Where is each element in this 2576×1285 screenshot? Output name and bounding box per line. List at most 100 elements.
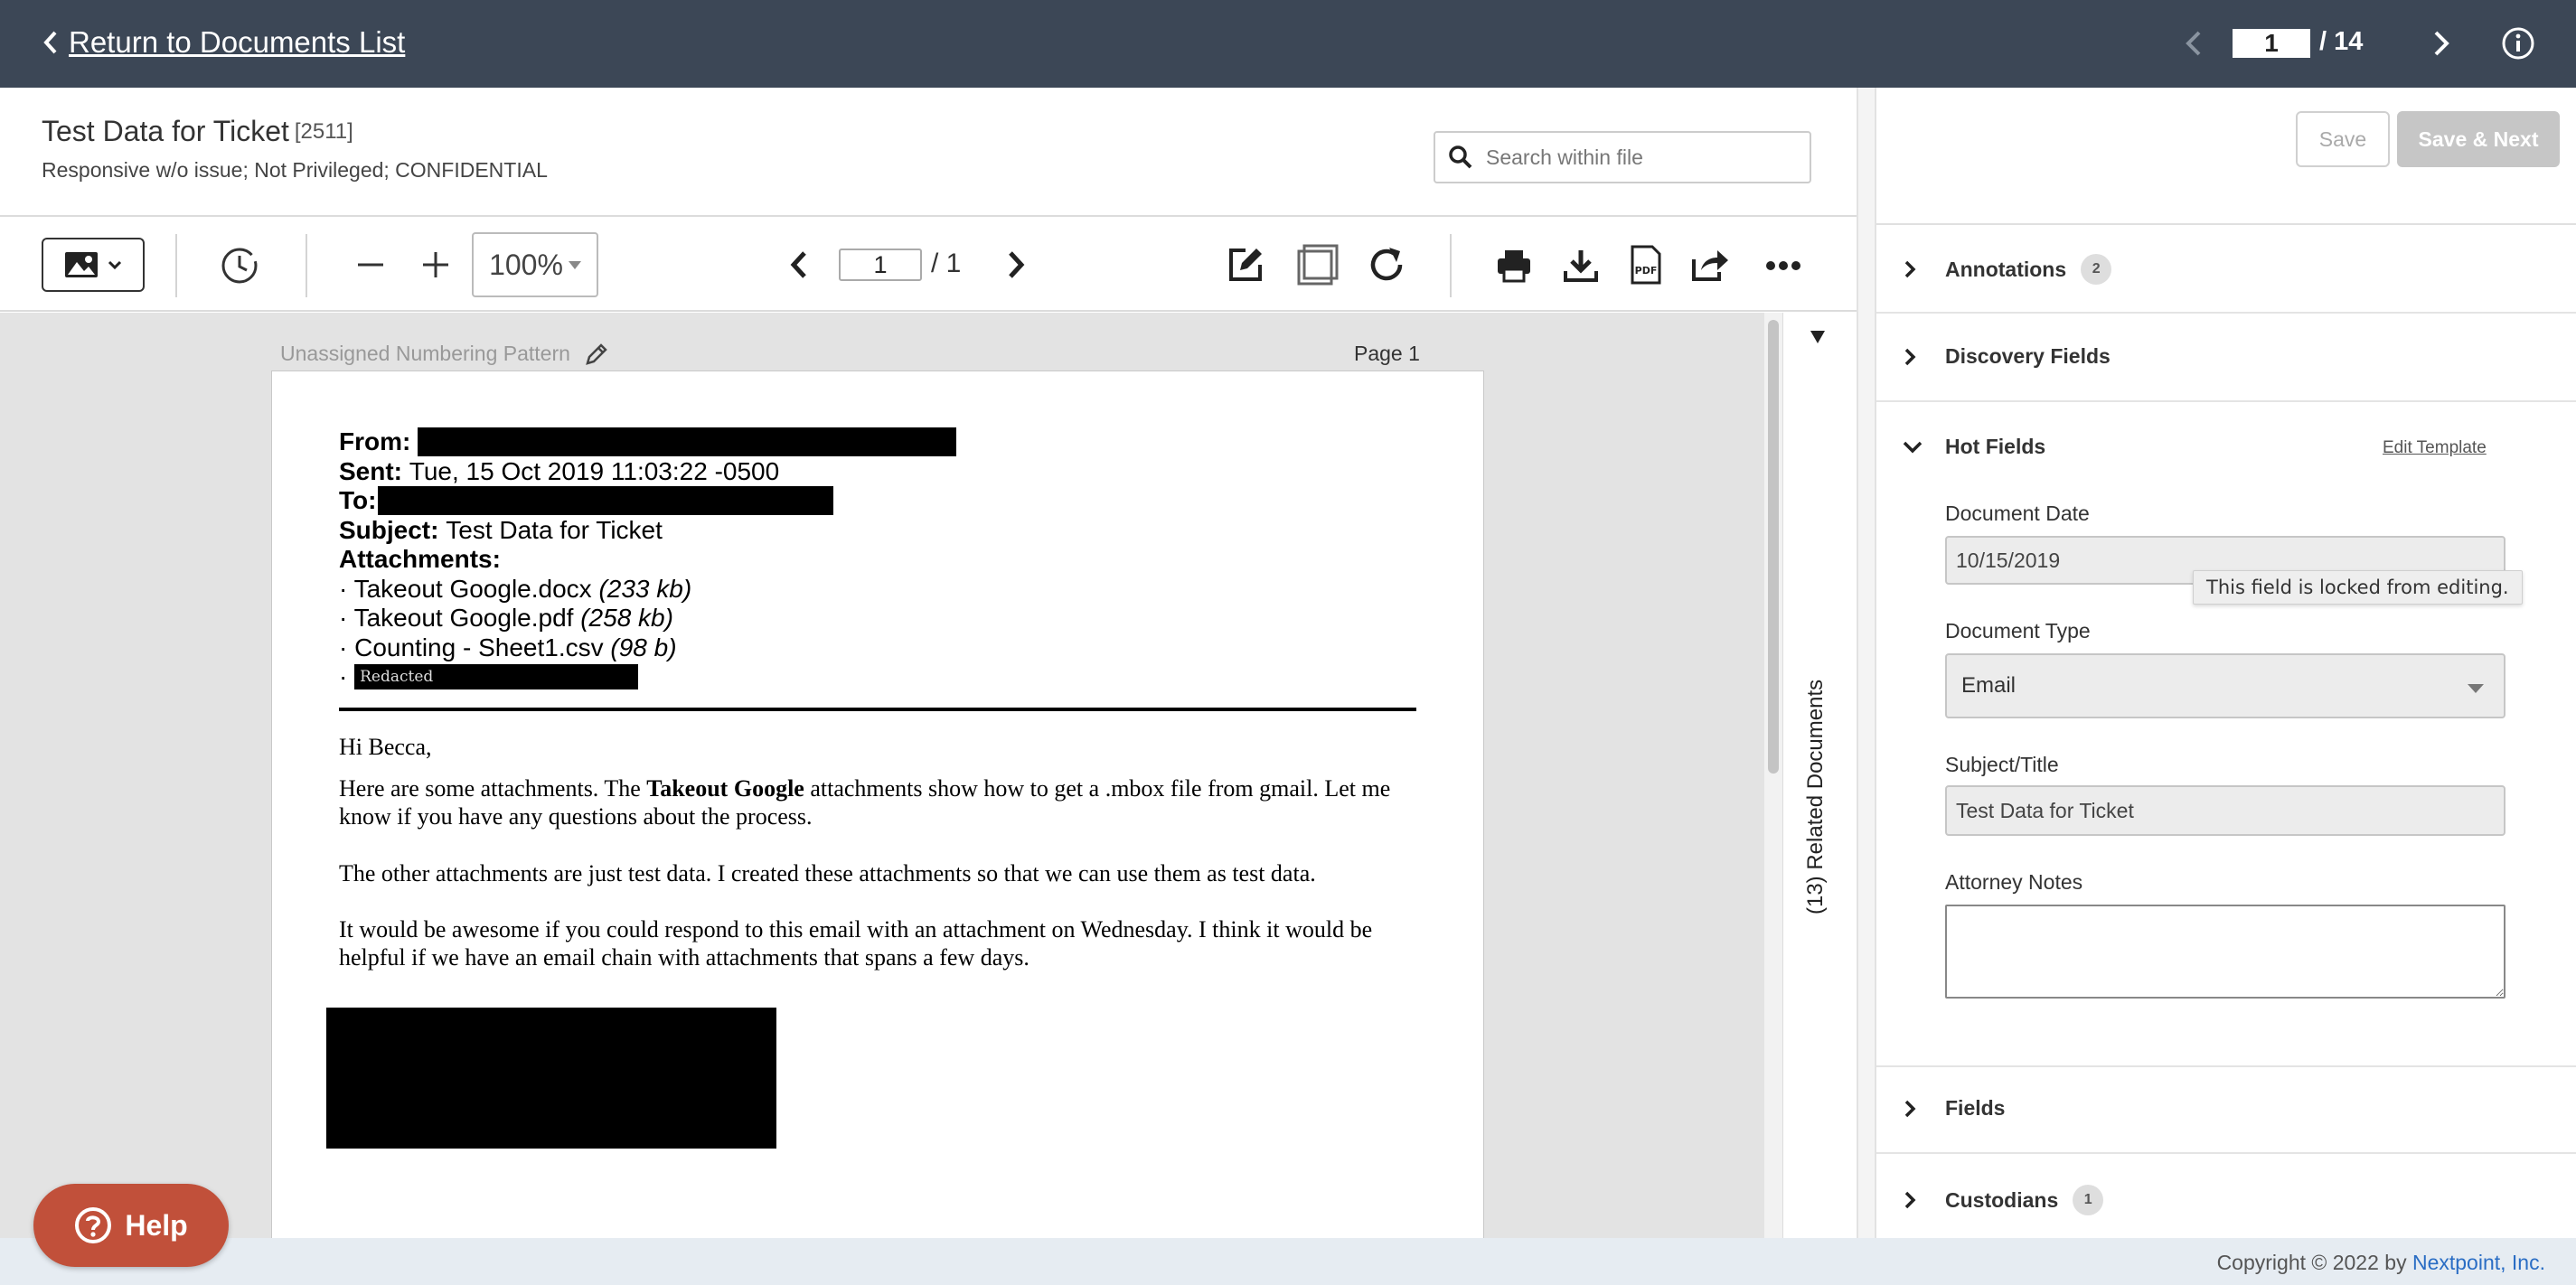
annotate-button[interactable] bbox=[1224, 243, 1267, 286]
help-label: Help bbox=[125, 1208, 188, 1242]
viewer-scrollbar[interactable] bbox=[1764, 313, 1782, 1238]
zoom-out-button[interactable] bbox=[351, 245, 390, 285]
help-button[interactable]: Help bbox=[33, 1184, 229, 1267]
redaction-box bbox=[418, 427, 957, 457]
info-icon[interactable] bbox=[2500, 25, 2536, 61]
page-number-input[interactable] bbox=[839, 249, 922, 281]
save-and-next-button[interactable]: Save & Next bbox=[2397, 111, 2560, 167]
company-link[interactable]: Nextpoint, Inc. bbox=[2412, 1251, 2545, 1274]
related-documents-tab[interactable]: (13) Related Documents bbox=[1782, 313, 1857, 1238]
sent-value: Tue, 15 Oct 2019 11:03:22 -0500 bbox=[409, 456, 780, 485]
redact-button[interactable] bbox=[1294, 241, 1341, 288]
page-total: / 1 bbox=[931, 249, 962, 278]
chevron-right-icon bbox=[1904, 348, 1916, 365]
section-fields: Fields bbox=[1876, 1067, 2576, 1154]
subject-row: Subject: Test Data for Ticket bbox=[339, 516, 956, 546]
redacted-label: Redacted bbox=[354, 664, 639, 690]
attachment-item-redacted: · Redacted bbox=[339, 662, 956, 692]
edit-template-link[interactable]: Edit Template bbox=[2383, 438, 2487, 458]
minus-icon bbox=[358, 263, 383, 267]
hot-fields-toggle[interactable]: Hot Fields bbox=[1902, 435, 2045, 459]
previous-page-button[interactable] bbox=[781, 247, 817, 283]
search-within-file bbox=[1434, 131, 1811, 183]
image-icon bbox=[65, 252, 98, 277]
count-badge: 1 bbox=[2073, 1185, 2104, 1215]
subject-label: Subject: bbox=[339, 515, 439, 544]
zoom-value: 100% bbox=[489, 248, 563, 281]
document-type-select[interactable]: Email bbox=[1945, 653, 2505, 718]
pencil-icon[interactable] bbox=[585, 342, 608, 366]
document-index-input[interactable] bbox=[2233, 29, 2310, 58]
document-header: Test Data for Ticket [2511] Responsive w/… bbox=[0, 88, 1857, 217]
pdf-button[interactable]: PDF bbox=[1625, 243, 1667, 286]
attorney-notes-textarea[interactable] bbox=[1945, 905, 2505, 999]
top-bar: Return to Documents List / 14 bbox=[0, 0, 2576, 88]
section-annotations: Annotations 2 bbox=[1876, 225, 2576, 314]
document-total: / 14 bbox=[2319, 27, 2364, 56]
header-rule bbox=[339, 708, 1416, 711]
previous-document-icon[interactable] bbox=[2178, 27, 2209, 60]
more-horizontal-icon bbox=[1766, 261, 1800, 270]
section-label: Discovery Fields bbox=[1945, 344, 2111, 368]
toolbar-divider bbox=[1450, 234, 1452, 297]
footer: Copyright © 2022 by Nextpoint, Inc. bbox=[0, 1238, 2576, 1285]
search-icon bbox=[1449, 145, 1472, 169]
attachment-size: (233 kb) bbox=[598, 574, 692, 603]
attachment-item: · Takeout Google.docx (233 kb) bbox=[339, 575, 956, 605]
pdf-icon: PDF bbox=[1631, 245, 1661, 285]
fields-toggle[interactable]: Fields bbox=[1902, 1096, 2005, 1121]
related-documents-label: (13) Related Documents bbox=[1803, 679, 1828, 915]
rotate-button[interactable] bbox=[1363, 241, 1410, 288]
document-id: [2511] bbox=[294, 119, 353, 144]
caret-down-icon bbox=[2468, 684, 2484, 693]
view-mode-dropdown[interactable] bbox=[42, 238, 145, 292]
share-icon bbox=[1692, 250, 1728, 281]
search-input[interactable] bbox=[1486, 145, 1793, 170]
from-row: From: bbox=[339, 427, 957, 457]
return-to-documents-link[interactable]: Return to Documents List bbox=[40, 25, 405, 60]
chevron-down-icon bbox=[108, 260, 122, 270]
attachment-item: · Counting - Sheet1.csv (98 b) bbox=[339, 633, 956, 663]
numbering-pattern: Unassigned Numbering Pattern bbox=[280, 342, 608, 366]
next-page-button[interactable] bbox=[998, 247, 1034, 283]
chevron-right-icon bbox=[1904, 1100, 1916, 1117]
from-label: From: bbox=[339, 427, 411, 455]
help-icon bbox=[75, 1207, 112, 1243]
chevron-right-icon bbox=[1904, 260, 1916, 278]
document-designations: Responsive w/o issue; Not Privileged; CO… bbox=[42, 158, 548, 182]
more-options-button[interactable] bbox=[1763, 250, 1804, 281]
save-button[interactable]: Save bbox=[2296, 111, 2390, 167]
document-type-value: Email bbox=[1961, 673, 2017, 698]
zoom-select[interactable]: 100% bbox=[472, 232, 598, 297]
panel-divider[interactable] bbox=[1857, 88, 1876, 1238]
section-label: Hot Fields bbox=[1945, 435, 2046, 458]
section-custodians: Custodians 1 bbox=[1876, 1154, 2576, 1238]
subject-title-field[interactable]: Test Data for Ticket bbox=[1945, 785, 2505, 836]
document-viewer: Unassigned Numbering Pattern Page 1 From… bbox=[0, 313, 1764, 1238]
sent-label: Sent: bbox=[339, 456, 402, 485]
zoom-in-button[interactable] bbox=[416, 245, 456, 285]
scrollbar-thumb[interactable] bbox=[1768, 320, 1779, 774]
custodians-toggle[interactable]: Custodians 1 bbox=[1902, 1185, 2104, 1215]
subject-title-label: Subject/Title bbox=[1945, 753, 2059, 776]
history-button[interactable] bbox=[217, 243, 262, 288]
email-paragraph: The other attachments are just test data… bbox=[339, 860, 1316, 886]
discovery-fields-toggle[interactable]: Discovery Fields bbox=[1902, 344, 2111, 369]
page-label: Page 1 bbox=[1354, 342, 1420, 365]
section-discovery-fields: Discovery Fields bbox=[1876, 314, 2576, 402]
annotations-toggle[interactable]: Annotations 2 bbox=[1902, 254, 2112, 285]
toolbar-divider bbox=[306, 234, 307, 297]
print-button[interactable] bbox=[1493, 245, 1535, 286]
next-document-icon[interactable] bbox=[2426, 27, 2457, 60]
attachment-size: (258 kb) bbox=[580, 604, 673, 632]
download-button[interactable] bbox=[1560, 245, 1602, 286]
chevron-left-icon bbox=[43, 31, 57, 54]
attachments-row: Attachments: bbox=[339, 545, 956, 575]
coding-panel: Save Save & Next Annotations 2 Discovery… bbox=[1876, 88, 2576, 1238]
chevron-right-icon bbox=[1009, 251, 1025, 278]
toolbar-divider bbox=[175, 234, 177, 297]
attachments-label: Attachments: bbox=[339, 545, 501, 573]
attachment-name: · Counting - Sheet1.csv bbox=[339, 633, 604, 661]
email-header: From: Sent: Tue, 15 Oct 2019 11:03:22 -0… bbox=[339, 427, 957, 692]
share-button[interactable] bbox=[1688, 243, 1732, 286]
